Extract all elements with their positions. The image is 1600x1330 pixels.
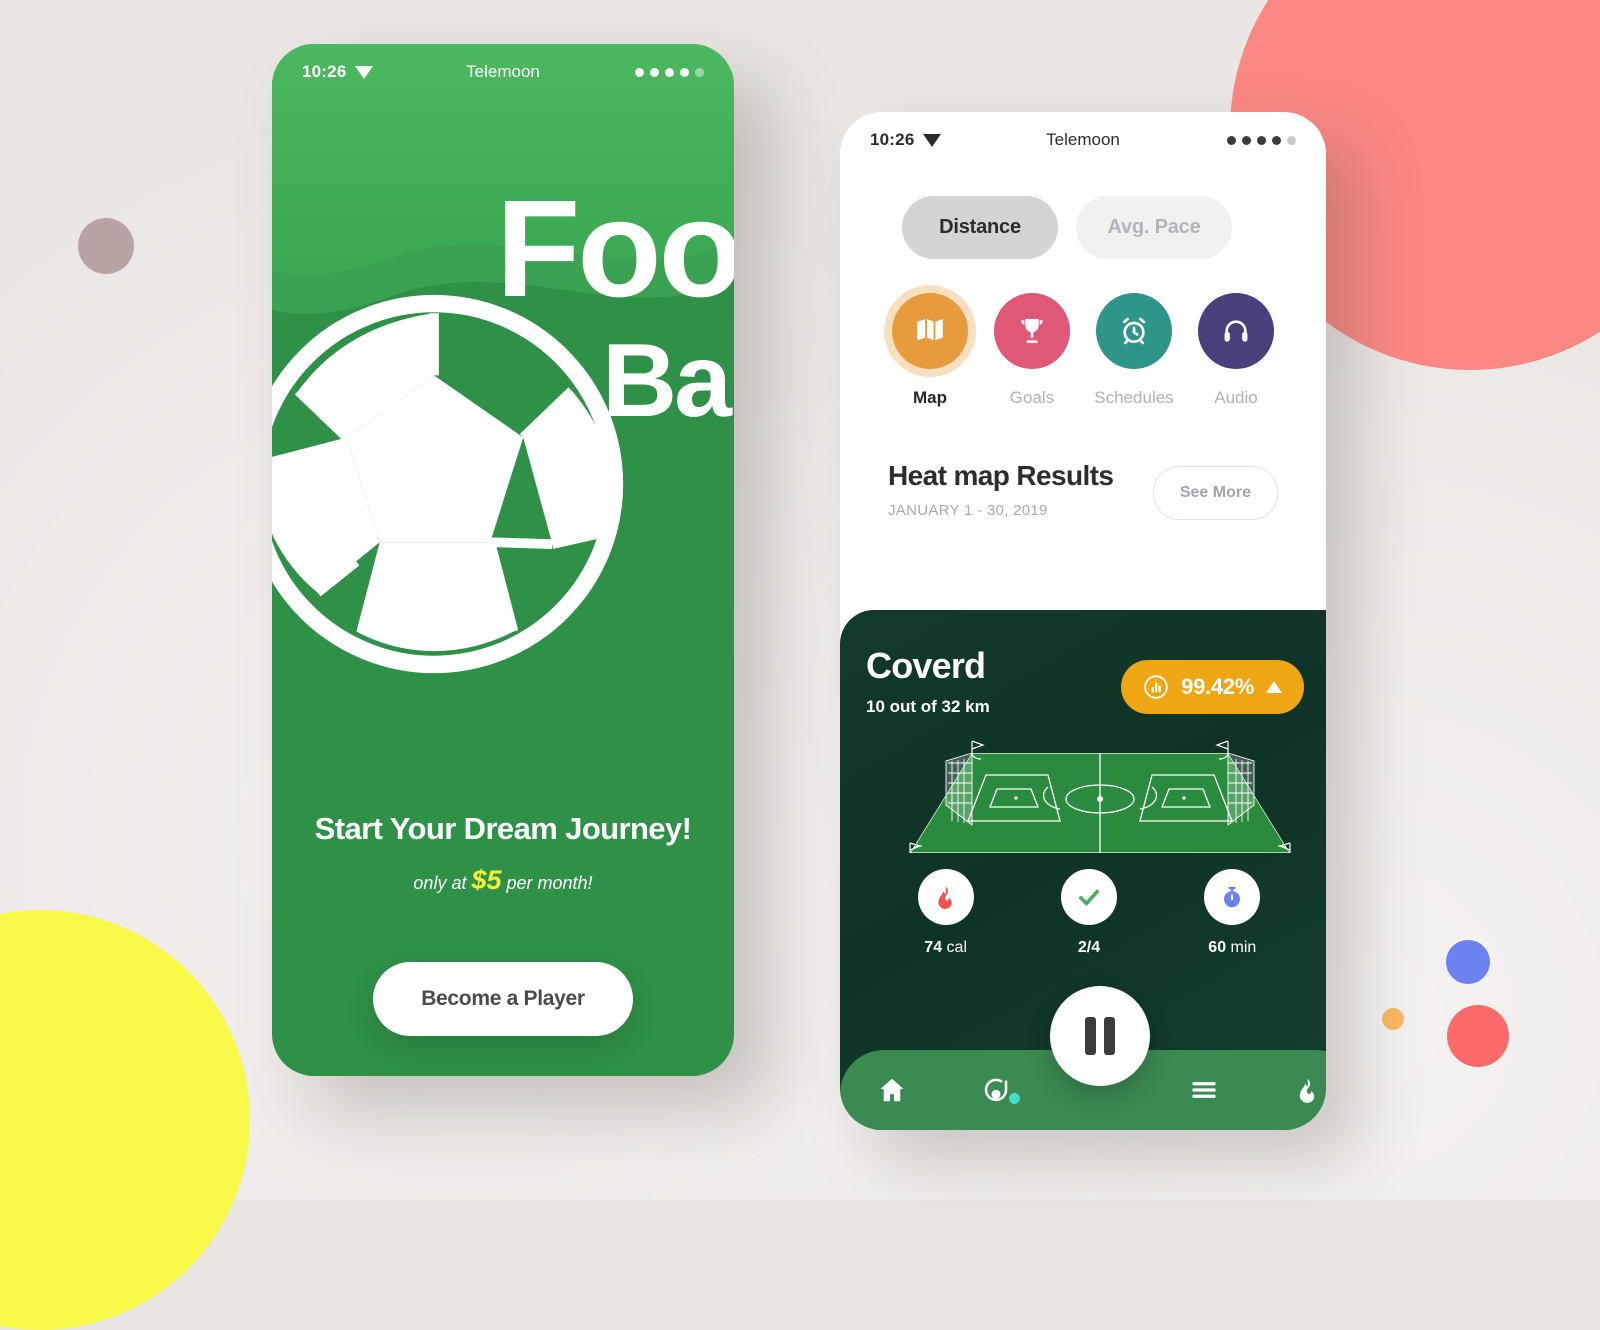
tagline: Start Your Dream Journey! — [314, 811, 692, 846]
stat-duration-value: 60 — [1208, 939, 1227, 956]
red-dot-decoration — [1447, 1005, 1509, 1067]
pause-icon-bar-left — [1085, 1017, 1096, 1055]
category-schedules-label: Schedules — [1094, 388, 1174, 407]
section-title: Heat map Results — [888, 460, 1114, 491]
heatmap-results-text: Heat map Results JANUARY 1 - 30, 2019 — [888, 460, 1114, 519]
category-goals-label: Goals — [1009, 388, 1055, 407]
menu-icon — [1192, 1082, 1216, 1098]
stat-goals-value: 2/4 — [1077, 939, 1101, 956]
wifi-icon — [923, 133, 942, 147]
heatmap-results-header: Heat map Results JANUARY 1 - 30, 2019 Se… — [840, 408, 1326, 520]
football-pitch-icon — [909, 740, 1291, 853]
notification-badge-dot — [1009, 1093, 1020, 1104]
wifi-icon — [355, 65, 374, 79]
pause-icon-bar-right — [1104, 1017, 1115, 1055]
stat-goals: 2/4 — [1030, 869, 1148, 957]
pause-button[interactable] — [1050, 986, 1150, 1086]
status-time: 10:26 — [870, 130, 915, 149]
status-dots — [635, 67, 704, 77]
flame-icon — [938, 886, 952, 909]
nav-item-profile[interactable] — [944, 1075, 1048, 1105]
profile-icon — [984, 1078, 1008, 1102]
nav-item-home[interactable] — [840, 1075, 944, 1105]
category-audio-label: Audio — [1214, 388, 1258, 407]
onboarding-footer: Start Your Dream Journey! only at $5 per… — [272, 811, 734, 1076]
status-bar: 10:26 Telemoon — [840, 112, 1326, 168]
status-left: 10:26 — [302, 62, 374, 82]
metric-segmented-control: Distance Avg. Pace — [840, 168, 1326, 259]
stat-calories-unit: cal — [942, 939, 967, 956]
stat-goals-label: 2/4 — [1030, 939, 1148, 957]
status-time: 10:26 — [302, 62, 347, 81]
price-suffix: per month! — [501, 873, 593, 893]
hero-title-line2: Ball — [602, 323, 734, 439]
flame-icon-circle — [917, 869, 974, 925]
category-map[interactable]: Map — [882, 293, 978, 408]
check-icon — [1079, 889, 1099, 906]
stat-calories: 74 cal — [887, 869, 1005, 957]
headphones-icon — [1224, 320, 1248, 342]
onboarding-phone-screen: 10:26 Telemoon Foot Ball — [272, 44, 734, 1076]
alarm-clock-icon — [1122, 317, 1146, 345]
coverage-percent-badge[interactable]: 99.42% — [1121, 660, 1304, 714]
become-a-player-button[interactable]: Become a Player — [373, 962, 633, 1036]
see-more-button[interactable]: See More — [1152, 466, 1278, 520]
home-icon — [880, 1078, 904, 1102]
price-value: $5 — [471, 865, 502, 895]
bar-chart-icon — [1144, 675, 1168, 699]
coverage-card: Coverd 10 out of 32 km 99.42% 74 cal 2/4… — [840, 610, 1326, 1130]
category-map-label: Map — [913, 388, 947, 407]
tracker-phone-screen: 10:26 Telemoon Distance Avg. Pace Map Go… — [840, 112, 1326, 1130]
stat-duration-label: 60 min — [1173, 939, 1291, 957]
map-icon-circle — [892, 293, 968, 369]
stat-duration: 60 min — [1173, 869, 1291, 957]
blue-dot-decoration — [1446, 940, 1490, 984]
category-audio[interactable]: Audio — [1188, 293, 1284, 408]
status-bar: 10:26 Telemoon — [272, 44, 734, 100]
coverage-title: Coverd — [866, 645, 986, 686]
coverage-stats: 74 cal 2/4 60 min — [840, 859, 1326, 957]
trophy-icon-circle — [994, 293, 1070, 369]
segment-distance[interactable]: Distance — [902, 196, 1058, 259]
coverage-subtitle: 10 out of 32 km — [866, 697, 990, 716]
status-dots — [1227, 135, 1296, 145]
section-date-range: JANUARY 1 - 30, 2019 — [888, 502, 1048, 519]
headphones-icon-circle — [1198, 293, 1274, 369]
trend-up-icon — [1266, 681, 1282, 693]
soccer-ball-icon — [272, 294, 624, 674]
category-row: Map Goals Schedules Audio — [840, 259, 1326, 408]
hero-title-line1: Foot — [496, 172, 734, 326]
map-icon — [917, 319, 943, 341]
stopwatch-icon-circle — [1204, 869, 1261, 925]
coverage-percent-value: 99.42% — [1181, 674, 1254, 699]
price-prefix: only at — [413, 873, 472, 893]
mauve-dot-decoration — [78, 218, 134, 274]
trophy-icon — [1021, 319, 1043, 343]
price-line: only at $5 per month! — [272, 865, 734, 896]
status-left: 10:26 — [870, 130, 942, 150]
alarm-clock-icon-circle — [1096, 293, 1172, 369]
segment-avg-pace[interactable]: Avg. Pace — [1076, 196, 1232, 259]
check-icon-circle — [1060, 869, 1117, 925]
nav-item-menu[interactable] — [1152, 1075, 1256, 1105]
stopwatch-icon — [1224, 886, 1241, 908]
flame-icon — [1299, 1078, 1315, 1103]
nav-item-activity[interactable] — [1256, 1076, 1326, 1104]
category-schedules[interactable]: Schedules — [1086, 293, 1182, 408]
orange-dot-decoration — [1382, 1008, 1404, 1030]
stat-calories-label: 74 cal — [887, 939, 1005, 957]
coverage-card-titles: Coverd 10 out of 32 km — [866, 648, 990, 717]
coverage-card-header: Coverd 10 out of 32 km 99.42% — [840, 610, 1326, 717]
stat-calories-value: 74 — [924, 939, 943, 956]
category-goals[interactable]: Goals — [984, 293, 1080, 408]
stat-duration-unit: min — [1226, 939, 1257, 956]
